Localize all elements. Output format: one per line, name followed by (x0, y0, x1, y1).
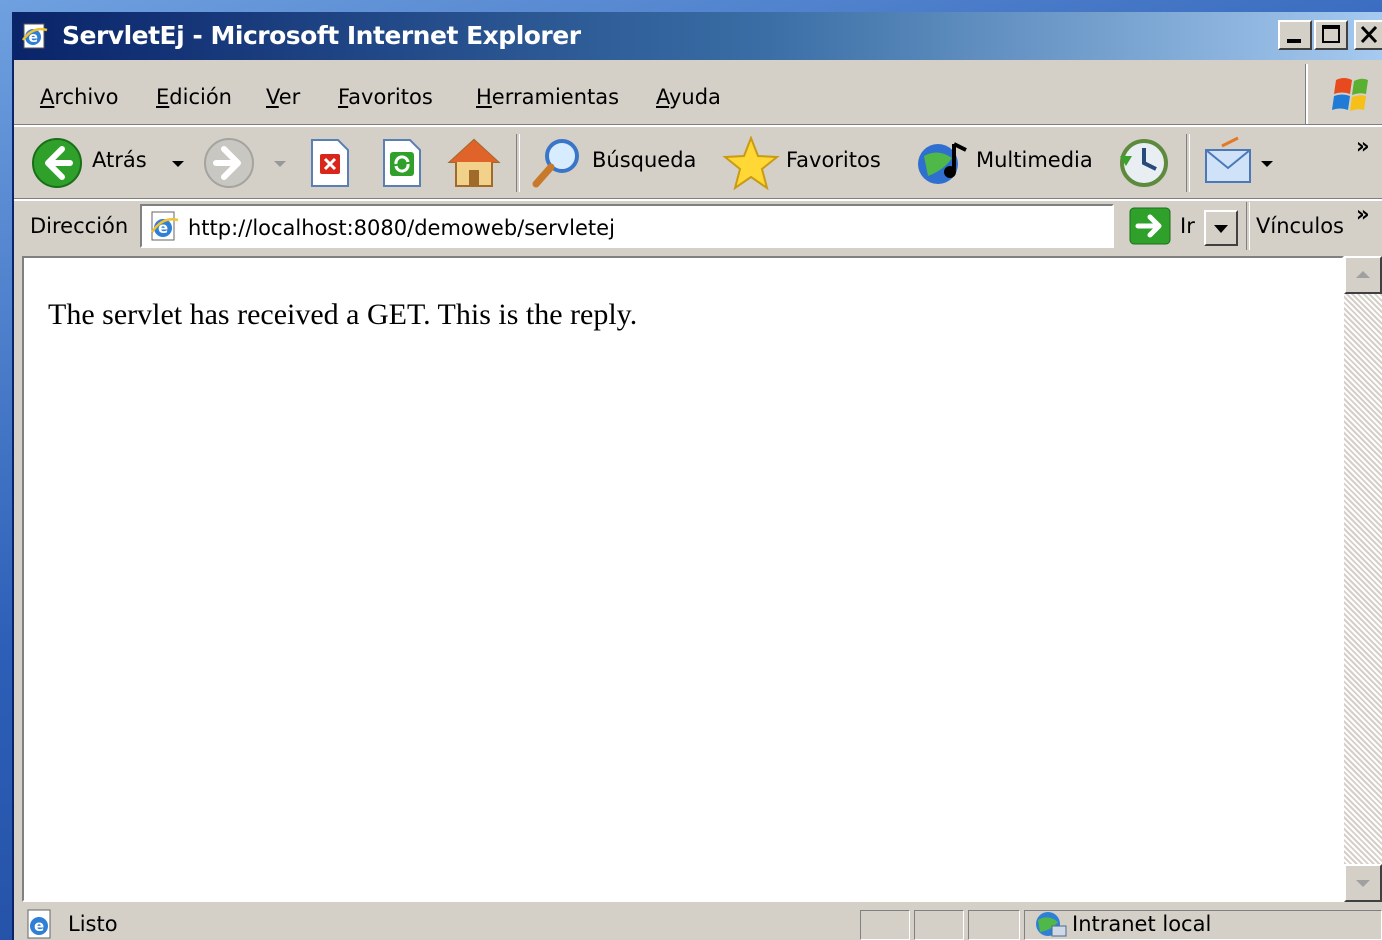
scroll-track[interactable] (1344, 294, 1382, 864)
search-icon[interactable] (530, 136, 586, 190)
favorites-star-icon[interactable] (722, 136, 780, 190)
menu-ver[interactable]: Ver (266, 85, 300, 109)
address-bar: Dirección e http://localhost:8080/demowe… (14, 202, 1382, 252)
address-url[interactable]: http://localhost:8080/demoweb/servletej (188, 216, 615, 240)
page-icon: e (150, 211, 179, 241)
menu-ayuda[interactable]: Ayuda (656, 85, 721, 109)
close-button[interactable] (1354, 20, 1382, 50)
toolbar-chevron-icon[interactable]: » (1356, 134, 1370, 158)
menu-herramientas[interactable]: Herramientas (476, 85, 619, 109)
windows-logo-area (1306, 64, 1382, 124)
browser-window: e ServletEj - Microsoft Internet Explore… (12, 12, 1382, 940)
svg-text:e: e (34, 917, 44, 935)
minimize-button[interactable] (1278, 20, 1312, 50)
media-button-label[interactable]: Multimedia (976, 148, 1093, 172)
scroll-down-icon (1356, 880, 1370, 887)
toolbar-separator-line (14, 198, 1382, 201)
status-page-icon: e (27, 909, 51, 939)
forward-dropdown-icon[interactable] (270, 136, 290, 190)
address-separator (1246, 202, 1250, 250)
history-icon[interactable] (1114, 136, 1172, 190)
links-label[interactable]: Vínculos (1256, 214, 1344, 238)
page-body-text: The servlet has received a GET. This is … (48, 298, 638, 331)
scroll-up-button[interactable] (1344, 256, 1382, 294)
scroll-down-button[interactable] (1344, 864, 1382, 902)
page-content: The servlet has received a GET. This is … (22, 256, 1344, 902)
maximize-icon (1322, 25, 1340, 43)
chevron-down-icon (1214, 225, 1228, 233)
status-bar: e Listo Intranet local (14, 908, 1382, 940)
toolbar-separator (516, 134, 520, 192)
windows-logo-icon (1332, 78, 1368, 111)
status-pane (968, 910, 1020, 940)
go-arrow-icon[interactable] (1128, 206, 1172, 246)
zone-text: Intranet local (1072, 912, 1212, 936)
vertical-scrollbar[interactable] (1344, 256, 1382, 902)
favorites-button-label[interactable]: Favoritos (786, 148, 881, 172)
status-text: Listo (68, 912, 118, 936)
back-dropdown-icon[interactable] (168, 136, 188, 190)
menu-edicion[interactable]: Edición (156, 85, 232, 109)
address-label: Dirección (30, 214, 129, 238)
close-icon (1360, 25, 1378, 44)
go-button-label[interactable]: Ir (1180, 214, 1195, 238)
forward-arrow-icon[interactable] (202, 136, 256, 190)
ie-page-icon: e (21, 23, 48, 49)
maximize-button[interactable] (1314, 20, 1348, 50)
minimize-icon (1287, 39, 1301, 43)
intranet-zone-icon (1036, 912, 1067, 937)
status-pane (860, 910, 910, 940)
menu-bar: Archivo Edición Ver Favoritos Herramient… (14, 72, 1304, 122)
address-input[interactable]: e http://localhost:8080/demoweb/servlete… (140, 204, 1238, 248)
standard-toolbar: Atrás Búsqueda Favoritos Multimedia » (14, 128, 1382, 198)
refresh-icon[interactable] (378, 136, 426, 190)
address-dropdown-button[interactable] (1204, 210, 1238, 246)
mail-icon[interactable] (1202, 136, 1258, 190)
window-title: ServletEj - Microsoft Internet Explorer (62, 21, 581, 50)
menu-archivo[interactable]: Archivo (40, 85, 119, 109)
media-icon[interactable] (914, 136, 972, 190)
back-button-label[interactable]: Atrás (92, 148, 147, 172)
menu-favoritos[interactable]: Favoritos (338, 85, 433, 109)
status-pane (914, 910, 964, 940)
menu-separator (14, 124, 1382, 127)
scroll-up-icon (1356, 271, 1370, 278)
search-button-label[interactable]: Búsqueda (592, 148, 696, 172)
title-bar[interactable]: e ServletEj - Microsoft Internet Explore… (14, 12, 1382, 60)
stop-icon[interactable] (306, 136, 354, 190)
home-icon[interactable] (446, 136, 502, 190)
toolbar-separator-2 (1186, 134, 1190, 192)
mail-dropdown-icon[interactable] (1258, 136, 1276, 190)
back-arrow-icon[interactable] (30, 136, 84, 190)
links-chevron-icon[interactable]: » (1356, 202, 1370, 226)
